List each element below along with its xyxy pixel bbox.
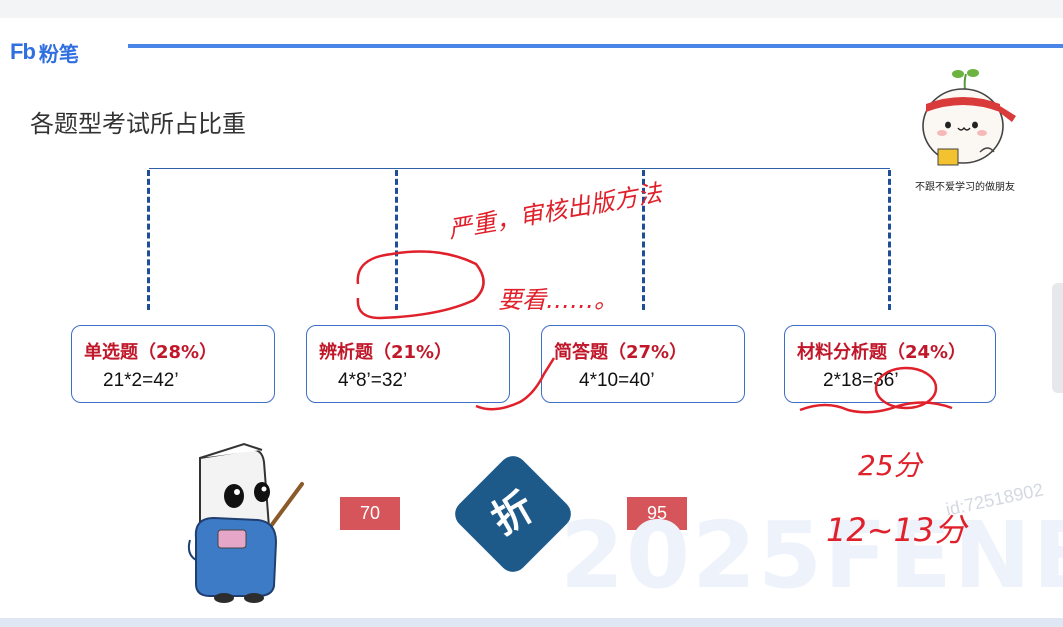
slide: Fb 粉笔 各题型考试所占比重 单选题（28%） 21*2=42’ 辨析题（21… bbox=[0, 18, 1063, 618]
ink-underline-squiggle bbox=[799, 401, 953, 414]
bottom-strip bbox=[0, 618, 1063, 627]
ink-connector-squiggle bbox=[475, 357, 556, 411]
ink-score-25: 25分 bbox=[858, 449, 925, 482]
ink-note-line1: 严重，审核出版方法 bbox=[446, 178, 666, 243]
ink-note-line2: 要看……。 bbox=[498, 286, 618, 314]
side-panel-handle[interactable] bbox=[1052, 283, 1063, 393]
ink-score-range: 12~13分 bbox=[826, 511, 969, 549]
ink-circle-loop bbox=[356, 250, 485, 320]
handwriting-layer: 严重，审核出版方法 要看……。 25分 12~13分 bbox=[356, 178, 969, 549]
